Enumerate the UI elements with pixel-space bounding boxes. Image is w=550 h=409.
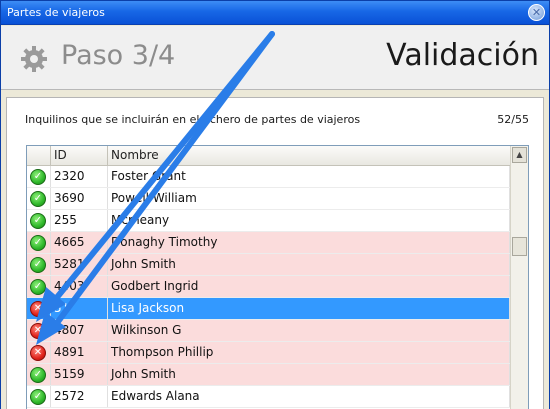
name-cell: Godbert Ingrid (108, 276, 510, 297)
table-row[interactable]: ✓ 5159 John Smith (27, 364, 510, 386)
name-cell: John Smith (108, 364, 510, 385)
name-cell: Wilkinson G (108, 320, 510, 341)
name-cell: Thompson Phillip (108, 342, 510, 363)
scrollbar-thumb[interactable] (512, 237, 527, 256)
wizard-header: Paso 3/4 Validación (1, 26, 549, 90)
check-icon: ✓ (30, 169, 46, 185)
name-cell: Foster Grant (108, 166, 510, 187)
check-icon: ✓ (30, 279, 46, 295)
name-cell: Lisa Jackson (108, 298, 510, 319)
window-title: Partes de viajeros (7, 6, 105, 19)
scroll-up-button[interactable]: ▲ (512, 147, 527, 163)
vertical-scrollbar[interactable]: ▲ (510, 146, 528, 409)
table-row[interactable]: ✕ 4807 Wilkinson G (27, 320, 510, 342)
name-cell: John Smith (108, 254, 510, 275)
status-cell: ✕ (27, 342, 51, 363)
status-cell: ✓ (27, 210, 51, 231)
table-row[interactable]: ✓ 4665 Donaghy Timothy (27, 232, 510, 254)
id-cell: 5159 (51, 364, 108, 385)
status-cell: ✕ (27, 298, 51, 319)
guest-grid[interactable]: ID Nombre ✓ 2320 Foster Grant ✓ 3690 Powell W… (26, 145, 529, 409)
x-icon: ✕ (30, 345, 46, 361)
record-count: 52/55 (497, 113, 529, 126)
status-cell: ✓ (27, 276, 51, 297)
id-cell: 51 (51, 298, 108, 319)
title-bar[interactable]: Partes de viajeros ✕ (1, 1, 549, 25)
id-cell: 4807 (51, 320, 108, 341)
name-cell: Edwards Alana (108, 386, 510, 407)
check-icon: ✓ (30, 191, 46, 207)
id-cell: 4891 (51, 342, 108, 363)
status-cell: ✕ (27, 320, 51, 341)
table-row[interactable]: ✕ 51 Lisa Jackson (27, 298, 510, 320)
name-cell: Powell William (108, 188, 510, 209)
check-icon: ✓ (30, 367, 46, 383)
status-column-header[interactable] (27, 146, 51, 165)
name-column-header[interactable]: Nombre (108, 146, 510, 165)
id-cell: 4403 (51, 276, 108, 297)
page-title: Validación (386, 38, 539, 73)
id-cell: 5281 (51, 254, 108, 275)
id-cell: 255 (51, 210, 108, 231)
table-row[interactable]: ✓ 255 Mcmeany (27, 210, 510, 232)
table-row[interactable]: ✓ 5281 John Smith (27, 254, 510, 276)
panel-caption: Inquilinos que se incluirán en el ficher… (25, 113, 361, 126)
status-cell: ✓ (27, 188, 51, 209)
status-cell: ✓ (27, 386, 51, 407)
close-icon: ✕ (531, 6, 542, 19)
table-row[interactable]: ✓ 2572 Edwards Alana (27, 386, 510, 408)
id-cell: 4665 (51, 232, 108, 253)
dialog-window: Partes de viajeros ✕ Paso 3/4 Validación (0, 0, 550, 409)
status-cell: ✓ (27, 364, 51, 385)
table-row[interactable]: ✓ 4403 Godbert Ingrid (27, 276, 510, 298)
status-cell: ✓ (27, 232, 51, 253)
x-icon: ✕ (30, 301, 46, 317)
close-button[interactable]: ✕ (528, 4, 545, 21)
content-area: Inquilinos que se incluirán en el ficher… (1, 91, 549, 409)
status-cell: ✓ (27, 254, 51, 275)
status-cell: ✓ (27, 166, 51, 187)
grid-header: ID Nombre (27, 146, 510, 166)
name-cell: Donaghy Timothy (108, 232, 510, 253)
id-column-header[interactable]: ID (51, 146, 108, 165)
validation-panel: Inquilinos que se incluirán en el ficher… (6, 97, 544, 409)
check-icon: ✓ (30, 235, 46, 251)
table-row[interactable]: ✓ 2320 Foster Grant (27, 166, 510, 188)
check-icon: ✓ (30, 213, 46, 229)
check-icon: ✓ (30, 389, 46, 405)
check-icon: ✓ (30, 257, 46, 273)
id-cell: 2320 (51, 166, 108, 187)
name-cell: Mcmeany (108, 210, 510, 231)
gear-icon (21, 46, 47, 72)
id-cell: 2572 (51, 386, 108, 407)
table-row[interactable]: ✕ 4891 Thompson Phillip (27, 342, 510, 364)
id-cell: 3690 (51, 188, 108, 209)
table-row[interactable]: ✓ 3690 Powell William (27, 188, 510, 210)
x-icon: ✕ (30, 323, 46, 339)
up-arrow-icon: ▲ (516, 150, 523, 159)
wizard-step-label: Paso 3/4 (61, 40, 176, 71)
